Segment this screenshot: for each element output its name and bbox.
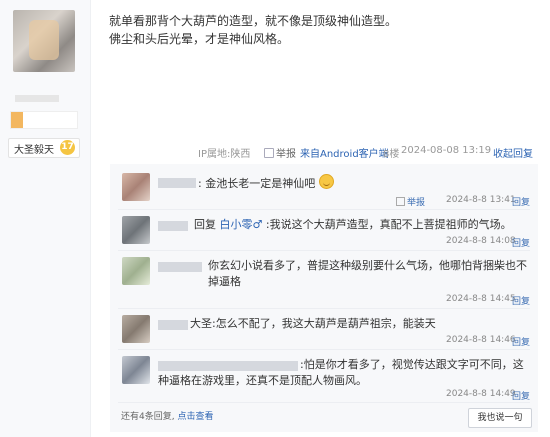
post-meta: IP属地:陕西 举报 来自Android客户端 8楼 2024-08-08 13… [0,145,550,160]
reply-button[interactable]: 回复 [512,236,530,249]
reply-button[interactable]: 回复 [512,294,530,307]
reply-time: 2024-8-8 13:41 [446,195,516,205]
reply-time: 2024-8-8 14:08 [446,236,516,246]
reply-username[interactable] [158,262,202,272]
reply-text: 你玄幻小说看多了，普提这种级别要什么气场，他哪怕背捆柴也不掉逼格 [208,259,527,288]
report-button[interactable]: 举报 [264,145,296,160]
reply-text: : 金池长老一定是神仙吧 [198,174,528,192]
reply-button[interactable]: 回复 [512,335,530,348]
post-timestamp: 2024-08-08 13:19 [401,145,492,156]
smile-emoji-icon [318,174,334,189]
report-icon [264,148,274,158]
report-button[interactable]: 举报 [396,195,425,208]
reply-button[interactable]: 回复 [512,389,530,402]
more-replies: 还有4条回复, 点击查看 [121,412,214,422]
divider [118,349,530,350]
divider [118,250,530,251]
reply-time: 2024-8-8 14:45 [446,294,516,304]
collapse-replies-button[interactable]: 收起回复 [493,145,533,160]
reply-username[interactable] [158,221,188,231]
ip-location: IP属地:陕西 [198,149,251,160]
floor-number: 8楼 [383,149,400,160]
reply-username[interactable] [158,320,188,330]
post-text-line: 就单看那背个大葫芦的造型，就不像是顶级神仙造型。 [109,14,398,28]
reply-text: 回复 白小零♂ :我说这个大葫芦造型，真配不上菩提祖师的气场。 [194,218,512,231]
divider [118,402,530,403]
reply-avatar[interactable] [122,315,150,343]
reply-time: 2024-8-8 14:46 [446,335,516,345]
reply-username[interactable] [158,178,196,188]
client-link[interactable]: 来自Android客户端 [300,145,389,160]
author-username[interactable] [15,95,59,102]
author-level-bar [10,111,78,129]
reply-text: 大圣:怎么不配了，我这大葫芦是葫芦祖宗，能装天 [190,317,436,330]
reply-avatar[interactable] [122,216,150,244]
post-content: 就单看那背个大葫芦的造型，就不像是顶级神仙造型。 佛尘和头后光晕，才是神仙风格。 [109,12,539,48]
reply-target-name[interactable]: 白小零♂ [220,218,263,231]
view-more-link[interactable]: 点击查看 [177,412,213,422]
reply-time: 2024-8-8 14:49 [446,389,516,399]
author-avatar[interactable] [13,10,75,72]
dropdown-icon [396,197,405,206]
reply-avatar[interactable] [122,173,150,201]
reply-avatar[interactable] [122,356,150,384]
reply-button[interactable]: 回复 [512,195,530,208]
divider [118,308,530,309]
reply-avatar[interactable] [122,257,150,285]
reply-list: : 金池长老一定是神仙吧 举报 2024-8-8 13:41 回复 回复 白小零… [110,164,538,432]
divider [118,209,530,210]
add-reply-button[interactable]: 我也说一句 [468,408,532,428]
reply-text: :怕是你才看多了，视觉传达跟文字可不同，这种逼格在游戏里，还真不是顶配人物画风。 [158,358,524,387]
post-text-line: 佛尘和头后光晕，才是神仙风格。 [109,32,290,46]
